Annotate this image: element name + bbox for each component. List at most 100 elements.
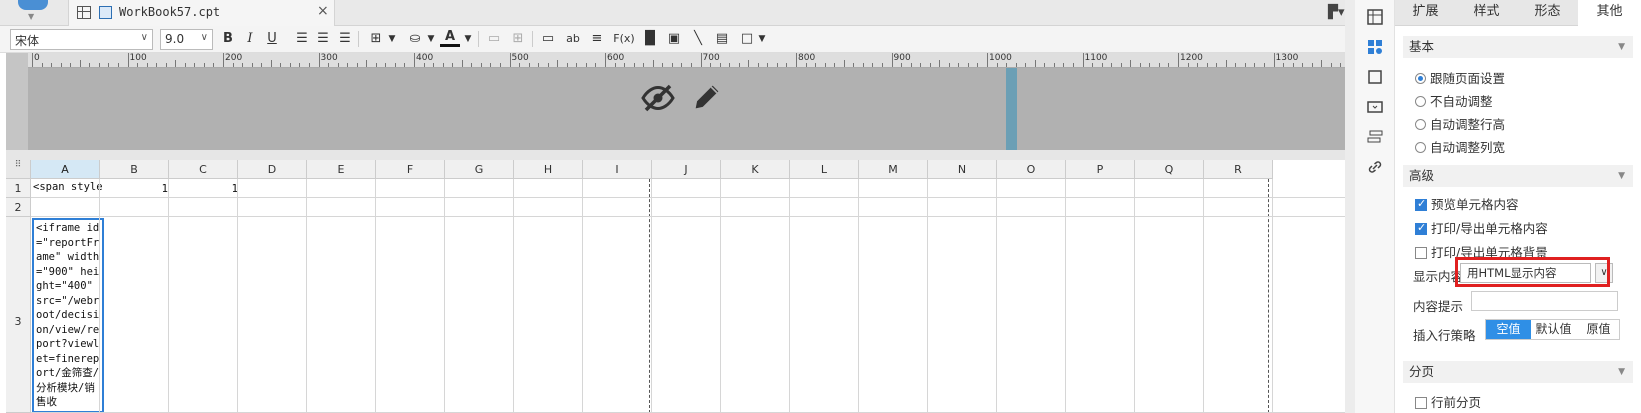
row-header[interactable]: 2 (6, 198, 31, 217)
radio-follow-page[interactable]: 跟随页面设置 (1415, 68, 1505, 87)
ruler-tick (786, 63, 788, 67)
text-color-icon[interactable]: A (440, 29, 460, 47)
column-header[interactable]: H (514, 160, 583, 179)
bold-button[interactable]: B (218, 29, 238, 49)
tab-title: WorkBook57.cpt (119, 5, 221, 19)
text-tool-button[interactable]: ab (563, 29, 583, 49)
ruler-tick (127, 53, 129, 67)
align-left-icon[interactable]: ☰ (292, 29, 312, 49)
cell-a3-selected[interactable]: <iframe id="reportFrame" width="900" hei… (32, 218, 104, 413)
widget-icon[interactable] (1366, 68, 1384, 86)
vertical-scrollbar[interactable] (1345, 0, 1355, 413)
chevron-down-icon[interactable]: ▼ (382, 29, 402, 49)
row-header[interactable]: 1 (6, 179, 31, 198)
policy-default-option[interactable]: 默认值 (1531, 320, 1576, 339)
italic-button[interactable]: I (240, 29, 260, 49)
tab-extend[interactable]: 扩展 (1395, 0, 1456, 26)
column-header[interactable]: A (31, 160, 100, 179)
column-header[interactable]: I (583, 160, 652, 179)
ruler-tick (977, 63, 979, 67)
page-width-marker[interactable] (1006, 68, 1017, 150)
chevron-down-icon[interactable]: ▼ (28, 12, 34, 21)
ruler-tick (146, 63, 148, 67)
column-header[interactable]: L (790, 160, 859, 179)
column-header[interactable]: G (445, 160, 514, 179)
tab-form[interactable]: 形态 (1517, 0, 1578, 26)
cell-attribute-icon[interactable] (1366, 38, 1384, 56)
font-family-select[interactable]: 宋体 ∨ (10, 29, 153, 50)
column-header[interactable]: E (307, 160, 376, 179)
tab-style[interactable]: 样式 (1456, 0, 1517, 26)
ruler-tick (1225, 60, 1227, 67)
column-header[interactable]: K (721, 160, 790, 179)
column-header[interactable]: R (1204, 160, 1273, 179)
image-icon[interactable]: ▣ (664, 29, 684, 49)
bar-chart-icon[interactable]: ▐▌ (640, 29, 660, 49)
merge-cells-icon[interactable]: ▭ (484, 29, 504, 49)
tab-other[interactable]: 其他 (1578, 0, 1641, 26)
subreport-icon[interactable]: ▤ (712, 29, 732, 49)
data-column-icon[interactable] (1366, 128, 1384, 146)
textfield-icon[interactable]: ▭ (538, 29, 558, 49)
page-header-area[interactable] (28, 68, 1345, 150)
radio-no-adjust[interactable]: 不自动调整 (1415, 91, 1493, 110)
checkbox-page-break-before-row[interactable]: 行前分页 (1415, 392, 1481, 411)
condition-attribute-icon[interactable] (1366, 98, 1384, 116)
cell-a1[interactable]: <span style (33, 180, 105, 198)
hide-eye-icon[interactable] (640, 80, 676, 116)
select-all-corner[interactable]: ⠿ (6, 160, 31, 179)
radio-auto-row-height[interactable]: 自动调整行高 (1415, 114, 1505, 133)
align-center-icon[interactable]: ☰ (313, 29, 333, 49)
checkbox-preview-content[interactable]: 预览单元格内容 (1415, 194, 1519, 213)
ruler-tick (796, 53, 797, 67)
section-advanced[interactable]: 高级 ▼ (1403, 165, 1633, 187)
section-paging[interactable]: 分页 ▼ (1403, 361, 1633, 383)
ruler-tick (987, 53, 988, 67)
column-header[interactable]: M (859, 160, 928, 179)
grid-vline (306, 179, 307, 413)
ruler-tick (939, 60, 941, 67)
column-header[interactable]: C (169, 160, 238, 179)
checkbox-checked-icon (1415, 221, 1427, 235)
column-header[interactable]: N (928, 160, 997, 179)
row-header[interactable]: 3 (6, 217, 31, 413)
radio-auto-col-width[interactable]: 自动调整列宽 (1415, 137, 1505, 156)
diagonal-line-icon[interactable]: ╲ (688, 29, 708, 49)
paragraph-icon[interactable]: ≡ (587, 29, 607, 49)
formula-button[interactable]: F(x) (612, 29, 636, 49)
spreadsheet-grid[interactable]: ⠿ <span style 1 1 <iframe id="reportFram… (6, 160, 1345, 413)
underline-button[interactable]: U (262, 29, 282, 49)
cell-c1[interactable]: 1 (196, 182, 238, 197)
column-header[interactable]: B (100, 160, 169, 179)
column-header[interactable]: D (238, 160, 307, 179)
ruler-tick (1283, 63, 1285, 67)
cell-element-icon[interactable] (1366, 8, 1384, 26)
column-header[interactable]: Q (1135, 160, 1204, 179)
chevron-down-icon[interactable]: ▼ (752, 29, 772, 49)
section-basic[interactable]: 基本 ▼ (1403, 36, 1633, 58)
cell-b1[interactable]: 1 (126, 182, 168, 197)
policy-original-option[interactable]: 原值 (1576, 320, 1621, 339)
font-size-select[interactable]: 9.0 ∨ (160, 29, 213, 50)
ruler-tick (1082, 53, 1084, 67)
ruler-tick (452, 63, 454, 67)
content-hint-input[interactable] (1471, 291, 1618, 311)
workbook-tab[interactable]: WorkBook57.cpt × (68, 0, 335, 26)
chevron-down-icon[interactable]: ▼ (458, 29, 478, 49)
align-right-icon[interactable]: ☰ (335, 29, 355, 49)
chevron-down-icon[interactable]: ▼ (421, 29, 441, 49)
app-logo-icon[interactable] (18, 0, 48, 10)
hyperlink-icon[interactable] (1366, 158, 1384, 176)
column-header[interactable]: F (376, 160, 445, 179)
column-header[interactable]: J (652, 160, 721, 179)
edit-pencil-icon[interactable] (690, 80, 724, 114)
split-cells-icon[interactable]: ⊞ (508, 29, 528, 49)
column-header[interactable]: O (997, 160, 1066, 179)
grid-vline (789, 179, 790, 413)
expand-menu-icon[interactable]: ▛▾ (1328, 5, 1345, 20)
checkbox-print-content[interactable]: 打印/导出单元格内容 (1415, 218, 1548, 237)
policy-empty-option[interactable]: 空值 (1486, 320, 1531, 339)
close-tab-icon[interactable]: × (317, 3, 329, 19)
grid-icon (77, 6, 91, 19)
column-header[interactable]: P (1066, 160, 1135, 179)
